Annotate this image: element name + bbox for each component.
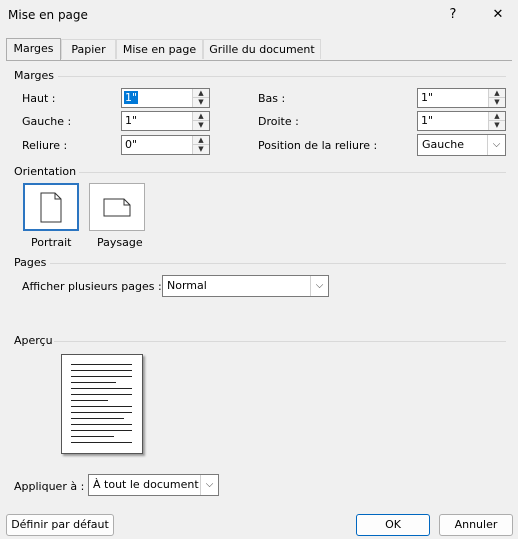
droite-spinner[interactable]: 1" ▲ ▼ bbox=[417, 111, 506, 131]
tab-papier[interactable]: Papier bbox=[61, 39, 116, 59]
ok-button[interactable]: OK bbox=[356, 514, 430, 536]
cancel-button[interactable]: Annuler bbox=[439, 514, 513, 536]
gauche-value: 1" bbox=[125, 114, 138, 127]
section-orientation: Orientation bbox=[14, 165, 77, 178]
bas-label: Bas : bbox=[258, 92, 286, 105]
reliure-spinner[interactable]: 0" ▲ ▼ bbox=[121, 135, 210, 155]
section-marges: Marges bbox=[14, 69, 55, 82]
haut-spinner[interactable]: 1" ▲ ▼ bbox=[121, 88, 210, 108]
landscape-page-icon bbox=[103, 198, 131, 217]
appliquer-select[interactable]: À tout le document ⌵ bbox=[88, 474, 219, 496]
droite-label: Droite : bbox=[258, 115, 299, 128]
section-divider bbox=[50, 263, 506, 264]
dialog-title: Mise en page bbox=[8, 8, 88, 22]
chevron-down-icon: ⌵ bbox=[310, 276, 328, 296]
position-reliure-value: Gauche bbox=[422, 138, 465, 151]
paysage-option[interactable] bbox=[89, 183, 145, 231]
spin-up-icon[interactable]: ▲ bbox=[193, 136, 209, 145]
spin-up-icon[interactable]: ▲ bbox=[193, 89, 209, 98]
section-pages: Pages bbox=[14, 256, 47, 269]
help-button[interactable]: ? bbox=[441, 5, 465, 25]
portrait-page-icon bbox=[40, 192, 62, 223]
section-apercu: Aperçu bbox=[14, 334, 53, 347]
bas-value: 1" bbox=[421, 91, 434, 104]
chevron-down-icon: ⌵ bbox=[200, 475, 218, 495]
afficher-label: Afficher plusieurs pages : bbox=[22, 280, 162, 293]
tab-grille-du-document[interactable]: Grille du document bbox=[203, 39, 321, 59]
spin-down-icon[interactable]: ▼ bbox=[193, 98, 209, 107]
droite-value: 1" bbox=[421, 114, 434, 127]
afficher-value: Normal bbox=[167, 279, 207, 292]
section-divider bbox=[54, 341, 506, 342]
reliure-label: Reliure : bbox=[22, 139, 68, 152]
appliquer-value: À tout le document bbox=[93, 478, 199, 491]
gauche-label: Gauche : bbox=[22, 115, 72, 128]
spin-down-icon[interactable]: ▼ bbox=[193, 145, 209, 154]
page-preview bbox=[61, 354, 143, 454]
spin-down-icon[interactable]: ▼ bbox=[489, 121, 505, 130]
portrait-option[interactable] bbox=[23, 183, 79, 231]
tab-mise-en-page[interactable]: Mise en page bbox=[116, 39, 203, 59]
haut-label: Haut : bbox=[22, 92, 56, 105]
haut-value: 1" bbox=[124, 91, 139, 104]
gauche-spinner[interactable]: 1" ▲ ▼ bbox=[121, 111, 210, 131]
spin-up-icon[interactable]: ▲ bbox=[193, 112, 209, 121]
close-button[interactable]: ✕ bbox=[486, 5, 510, 25]
appliquer-label: Appliquer à : bbox=[14, 480, 85, 493]
spin-up-icon[interactable]: ▲ bbox=[489, 89, 505, 98]
spin-up-icon[interactable]: ▲ bbox=[489, 112, 505, 121]
close-icon: ✕ bbox=[492, 7, 504, 22]
section-divider bbox=[58, 76, 506, 77]
chevron-down-icon: ⌵ bbox=[487, 135, 505, 155]
spin-down-icon[interactable]: ▼ bbox=[193, 121, 209, 130]
paysage-label: Paysage bbox=[97, 236, 143, 249]
position-reliure-label: Position de la reliure : bbox=[258, 139, 378, 152]
section-divider bbox=[79, 172, 506, 173]
tab-marges[interactable]: Marges bbox=[6, 38, 61, 60]
set-default-button[interactable]: Définir par défaut bbox=[6, 514, 114, 536]
portrait-label: Portrait bbox=[31, 236, 72, 249]
position-reliure-select[interactable]: Gauche ⌵ bbox=[417, 134, 506, 156]
reliure-value: 0" bbox=[125, 138, 138, 151]
spin-down-icon[interactable]: ▼ bbox=[489, 98, 505, 107]
bas-spinner[interactable]: 1" ▲ ▼ bbox=[417, 88, 506, 108]
afficher-plusieurs-pages-select[interactable]: Normal ⌵ bbox=[162, 275, 329, 297]
